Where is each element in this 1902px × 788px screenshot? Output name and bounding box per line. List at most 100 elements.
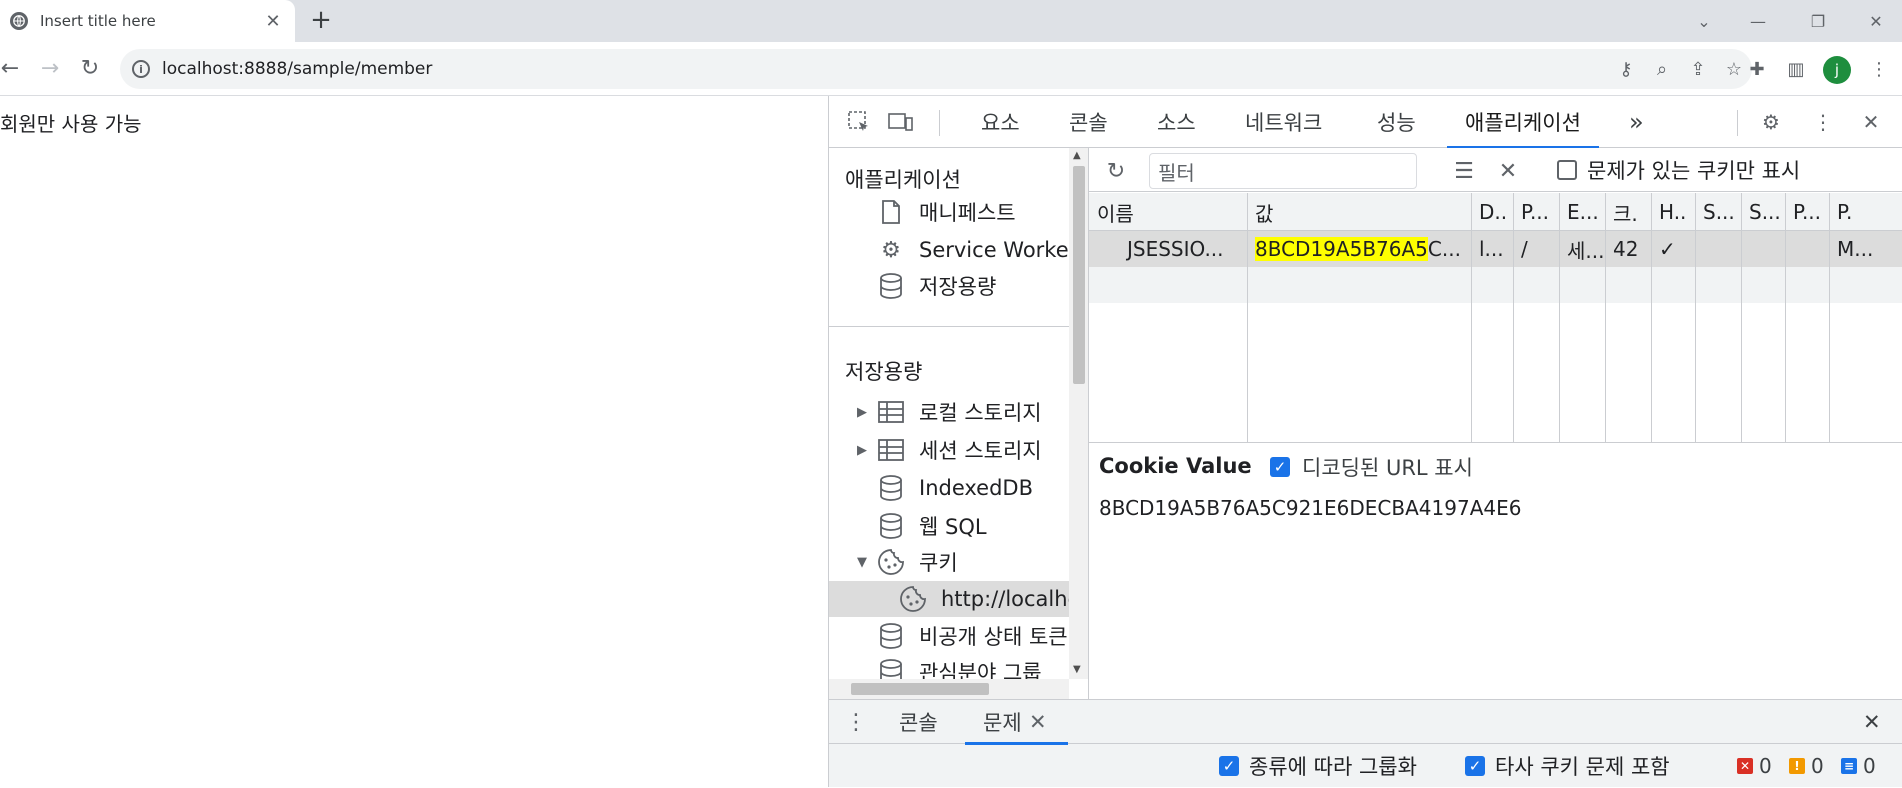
column-header-samesite[interactable]: S... <box>1741 193 1785 231</box>
error-counter[interactable]: ✕ 0 <box>1737 744 1772 788</box>
info-message-icon: ≡ <box>1841 758 1857 774</box>
group-by-kind-toggle[interactable]: ✓ 종류에 따라 그룹화 <box>1219 744 1417 788</box>
profile-avatar[interactable]: j <box>1823 56 1851 84</box>
device-toolbar-icon[interactable] <box>885 106 917 138</box>
clear-all-icon[interactable]: ☰ <box>1447 154 1481 188</box>
tab-sources[interactable]: 소스 <box>1157 96 1196 148</box>
scroll-down-icon[interactable]: ▼ <box>1073 664 1081 675</box>
inspect-element-icon[interactable] <box>843 106 875 138</box>
cookie-value-text[interactable]: 8BCD19A5B76A5C921E6DECBA4197A4E6 <box>1099 496 1521 520</box>
tab-elements[interactable]: 요소 <box>981 96 1020 148</box>
column-header-httponly[interactable]: H.. <box>1651 193 1695 231</box>
tab-console[interactable]: 콘솔 <box>1069 96 1108 148</box>
column-header-size[interactable]: 크. <box>1605 193 1651 231</box>
column-header-secure[interactable]: S... <box>1695 193 1741 231</box>
side-panel-icon[interactable]: ▥ <box>1781 54 1811 84</box>
scrollbar-thumb[interactable] <box>851 683 989 695</box>
forward-icon[interactable]: → <box>36 54 64 82</box>
column-divider[interactable] <box>1513 193 1514 442</box>
cell-size: 42 <box>1613 237 1639 261</box>
column-divider[interactable] <box>1741 193 1742 442</box>
group-by-kind-checkbox[interactable]: ✓ <box>1219 756 1239 776</box>
filter-input[interactable]: 필터 <box>1149 153 1417 189</box>
zoom-icon[interactable]: ⌕ <box>1644 51 1680 87</box>
scrollbar-thumb[interactable] <box>1073 166 1085 384</box>
back-icon[interactable]: ← <box>0 54 24 82</box>
page-viewport: 회원만 사용 가능 <box>0 96 828 787</box>
url-text[interactable]: localhost:8888/sample/member <box>162 59 1608 79</box>
column-header-expires[interactable]: E... <box>1559 193 1605 231</box>
sidebar-item-manifest[interactable]: 매니페스트 <box>877 194 1016 230</box>
settings-gear-icon[interactable]: ⚙ <box>1755 106 1787 138</box>
column-header-value[interactable]: 값 <box>1247 193 1471 231</box>
devtools-close-icon[interactable]: ✕ <box>1855 106 1887 138</box>
tab-application[interactable]: 애플리케이션 <box>1447 96 1599 149</box>
drawer-close-icon[interactable]: ✕ <box>1863 700 1881 744</box>
include-third-party-toggle[interactable]: ✓ 타사 쿠키 문제 포함 <box>1465 744 1670 788</box>
column-header-name[interactable]: 이름 <box>1089 193 1247 231</box>
more-tabs-icon[interactable]: » <box>1629 96 1644 148</box>
reload-icon[interactable]: ↻ <box>76 54 104 82</box>
restore-icon[interactable]: ❐ <box>1794 0 1842 42</box>
only-issues-checkbox[interactable] <box>1557 160 1577 180</box>
tab-search-icon[interactable]: ⌄ <box>1680 0 1728 42</box>
sidebar-item-indexeddb[interactable]: IndexedDB <box>877 470 1033 506</box>
tab-performance[interactable]: 성능 <box>1377 96 1416 148</box>
tab-close-icon[interactable]: ✕ <box>263 11 283 32</box>
sidebar-item-storage[interactable]: 저장용량 <box>877 268 996 304</box>
column-divider[interactable] <box>1605 193 1606 442</box>
sidebar-item-service-workers[interactable]: ⚙ Service Workers <box>877 232 1088 268</box>
column-header-domain[interactable]: D.. <box>1471 193 1513 231</box>
address-bar[interactable]: i localhost:8888/sample/member ⚷ ⌕ ⇪ ☆ <box>120 49 1752 89</box>
devtools-menu-icon[interactable]: ⋮ <box>1807 106 1839 138</box>
drawer-tab-console[interactable]: 콘솔 <box>899 700 938 744</box>
column-header-path[interactable]: P... <box>1513 193 1559 231</box>
extensions-icon[interactable]: ✚ <box>1742 54 1772 84</box>
cookie-icon <box>877 548 905 576</box>
show-decoded-url-checkbox[interactable]: ✓ <box>1270 457 1290 477</box>
sidebar-item-cookies[interactable]: ▼ 쿠키 <box>857 544 958 580</box>
only-issues-filter[interactable]: 문제가 있는 쿠키만 표시 <box>1557 156 1800 184</box>
sidebar-item-local-storage[interactable]: ▶ 로컬 스토리지 <box>857 394 1042 430</box>
drawer-tab-issues[interactable]: 문제 <box>965 700 1067 745</box>
share-icon[interactable]: ⇪ <box>1680 51 1716 87</box>
window-close-icon[interactable]: ✕ <box>1852 0 1900 42</box>
table-row[interactable]: JSESSIO... 8BCD19A5B76A5 C... l... / 세...… <box>1089 231 1902 267</box>
column-divider[interactable] <box>1829 193 1830 442</box>
column-divider[interactable] <box>1559 193 1560 442</box>
drawer-menu-icon[interactable]: ⋮ <box>845 700 867 744</box>
column-divider[interactable] <box>1247 193 1248 442</box>
column-divider[interactable] <box>1785 193 1786 442</box>
scroll-up-icon[interactable]: ▲ <box>1073 150 1081 161</box>
tab-network[interactable]: 네트워크 <box>1245 96 1322 148</box>
delete-selected-icon[interactable]: ✕ <box>1491 154 1525 188</box>
collapse-arrow-icon[interactable]: ▼ <box>857 555 871 570</box>
expand-arrow-icon[interactable]: ▶ <box>857 405 871 420</box>
sidebar-item-private-state-tokens[interactable]: 비공개 상태 토큰 <box>877 618 1068 654</box>
menu-icon[interactable]: ⋮ <box>1864 54 1894 84</box>
sidebar-horizontal-scrollbar[interactable] <box>829 679 1069 699</box>
include-third-party-checkbox[interactable]: ✓ <box>1465 756 1485 776</box>
refresh-icon[interactable]: ↻ <box>1099 154 1133 188</box>
sidebar-item-cookie-origin[interactable]: http://localhost:8888 <box>829 581 1088 617</box>
column-divider[interactable] <box>1471 193 1472 442</box>
column-header-priority[interactable]: P. <box>1829 193 1902 231</box>
drawer-tab-close-icon[interactable]: ✕ <box>1029 700 1047 744</box>
site-info-icon[interactable]: i <box>132 60 150 78</box>
column-divider[interactable] <box>1651 193 1652 442</box>
sidebar-vertical-scrollbar[interactable]: ▲ ▼ <box>1069 148 1088 679</box>
sidebar-item-web-sql[interactable]: 웹 SQL <box>877 508 987 544</box>
show-decoded-url-toggle[interactable]: ✓ 디코딩된 URL 표시 <box>1270 452 1473 482</box>
info-counter[interactable]: ≡ 0 <box>1841 744 1876 788</box>
globe-icon <box>10 12 28 30</box>
sidebar-item-session-storage[interactable]: ▶ 세션 스토리지 <box>857 432 1042 468</box>
browser-tab[interactable]: Insert title here ✕ <box>0 0 295 42</box>
expand-arrow-icon[interactable]: ▶ <box>857 443 871 458</box>
warning-counter[interactable]: ! 0 <box>1789 744 1824 788</box>
new-tab-button[interactable]: + <box>308 7 334 34</box>
column-divider[interactable] <box>1695 193 1696 442</box>
column-header-partition-key[interactable]: P... <box>1785 193 1829 231</box>
minimize-icon[interactable]: — <box>1734 0 1782 42</box>
key-icon[interactable]: ⚷ <box>1608 51 1644 87</box>
table-icon <box>877 436 905 464</box>
